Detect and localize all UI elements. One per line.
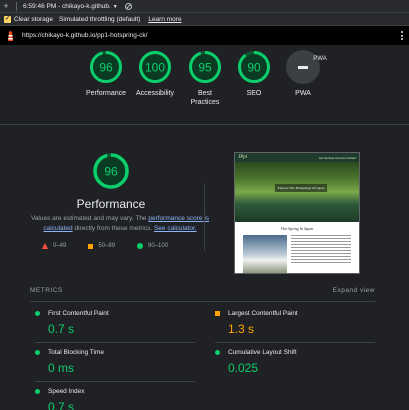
score-gauge-ring: 96 bbox=[90, 51, 122, 83]
metric-speed-index: Speed Index 0.7 s bbox=[35, 381, 195, 410]
toolbar-separator bbox=[16, 1, 17, 11]
metric-value: 1.3 s bbox=[228, 322, 255, 336]
score-legend: 0–49 50–89 90–100 bbox=[42, 243, 168, 249]
metric-value: 0 ms bbox=[48, 361, 75, 375]
vertical-divider bbox=[204, 183, 205, 251]
report-url[interactable]: https://chikayo-k.github.io/pp1-hotsprin… bbox=[22, 32, 147, 39]
pass-icon bbox=[35, 350, 40, 355]
screenshot-text-lines bbox=[291, 235, 351, 273]
score-gauge-ring: 96 bbox=[93, 153, 129, 189]
devtools-toolbar: + 6:59:46 PM - chikayo-k.github. ▼ bbox=[0, 0, 409, 13]
screenshot-hero-image: Explore The Hotsprings Of Japan bbox=[235, 162, 359, 222]
metric-divider bbox=[35, 381, 195, 382]
chevron-down-icon: ▼ bbox=[112, 3, 118, 10]
metrics-header: METRICS Expand view bbox=[30, 287, 375, 294]
score-value: 95 bbox=[198, 61, 212, 75]
pass-icon bbox=[35, 311, 40, 316]
throttling-label: Simulated throttling (default) bbox=[59, 15, 141, 23]
pass-icon bbox=[35, 389, 40, 394]
gauge-pwa[interactable]: PWA PWA bbox=[278, 50, 328, 98]
score-value: 96 bbox=[104, 165, 118, 179]
expand-view-toggle[interactable]: Expand view bbox=[333, 287, 375, 294]
gauge-accessibility[interactable]: 100 Accessibility bbox=[130, 50, 180, 98]
category-gauges: 96 Performance 100 Accessibility 95 Best… bbox=[0, 50, 409, 120]
screenshot-nav: JPpi Hot Springs Access Contact bbox=[235, 153, 359, 162]
legend-fail: 0–49 bbox=[42, 243, 66, 249]
gauge-label: SEO bbox=[246, 90, 262, 97]
metric-cls: Cumulative Layout Shift 0.025 bbox=[215, 342, 375, 375]
learn-more-link[interactable]: Learn more bbox=[148, 16, 181, 23]
screenshot-body bbox=[235, 231, 359, 273]
score-gauge-ring: 90 bbox=[238, 51, 270, 83]
score-value: 90 bbox=[247, 61, 261, 75]
gauge-seo[interactable]: 90 SEO bbox=[229, 50, 279, 98]
metric-fcp: First Contentful Paint 0.7 s bbox=[35, 310, 195, 336]
devtools-settings-bar: ✓ Clear storage Simulated throttling (de… bbox=[0, 13, 409, 26]
clear-storage-checkbox[interactable]: ✓ bbox=[4, 15, 11, 23]
report-selector[interactable]: 6:59:46 PM - chikayo-k.github. ▼ bbox=[23, 3, 118, 10]
screenshot-logo: JPpi bbox=[238, 155, 248, 160]
metric-lcp: Largest Contentful Paint 1.3 s bbox=[215, 310, 375, 336]
more-options-icon[interactable] bbox=[401, 31, 403, 40]
metric-divider bbox=[215, 342, 375, 343]
metric-value: 0.7 s bbox=[48, 400, 75, 410]
gauge-label: Best Practices bbox=[190, 90, 220, 106]
metric-value: 0.025 bbox=[228, 361, 259, 375]
screenshot-image bbox=[243, 235, 287, 273]
score-gauge-ring: 100 bbox=[139, 51, 171, 83]
performance-description: Values are estimated and may vary. The p… bbox=[30, 215, 210, 232]
metric-value: 0.7 s bbox=[48, 322, 75, 336]
performance-gauge: 96 bbox=[92, 152, 130, 195]
legend-average: 50–89 bbox=[88, 243, 115, 249]
metric-tbt: Total Blocking Time 0 ms bbox=[35, 342, 195, 375]
add-icon[interactable]: + bbox=[0, 0, 12, 13]
report-timestamp: 6:59:46 PM - chikayo-k.github. bbox=[23, 2, 111, 10]
gauge-label: Accessibility bbox=[135, 90, 175, 97]
gauge-label: Performance bbox=[85, 90, 127, 97]
legend-pass: 90–100 bbox=[137, 243, 168, 249]
see-calculator-link[interactable]: See calculator. bbox=[154, 225, 197, 232]
gauge-label: PWA bbox=[295, 90, 311, 97]
triangle-icon bbox=[42, 243, 48, 249]
circle-icon bbox=[137, 243, 144, 249]
metric-label: Largest Contentful Paint bbox=[228, 310, 298, 317]
average-icon bbox=[215, 311, 220, 316]
performance-title: Performance bbox=[76, 197, 146, 211]
clear-icon[interactable] bbox=[124, 2, 132, 10]
gauge-best-practices[interactable]: 95 Best Practices bbox=[180, 50, 230, 107]
metric-label: Total Blocking Time bbox=[48, 349, 104, 356]
performance-section: 96 Performance Values are estimated and … bbox=[0, 125, 409, 410]
score-gauge-ring: 95 bbox=[189, 51, 221, 83]
metric-label: First Contentful Paint bbox=[48, 310, 109, 317]
screenshot-hero-text: Explore The Hotsprings Of Japan bbox=[275, 184, 327, 192]
metric-label: Speed Index bbox=[48, 388, 85, 395]
metric-label: Cumulative Layout Shift bbox=[228, 349, 297, 356]
pwa-badge-icon: PWA bbox=[286, 50, 327, 84]
metrics-rule bbox=[30, 301, 375, 302]
report-url-bar: https://chikayo-k.github.io/pp1-hotsprin… bbox=[0, 26, 409, 45]
screenshot-nav-links: Hot Springs Access Contact bbox=[318, 155, 356, 160]
square-icon bbox=[88, 243, 94, 249]
score-value: 100 bbox=[145, 61, 165, 75]
score-value: 96 bbox=[99, 61, 113, 75]
clear-storage-label: Clear storage bbox=[14, 15, 54, 23]
pass-icon bbox=[215, 350, 220, 355]
lighthouse-logo-icon bbox=[8, 30, 13, 41]
gauge-performance[interactable]: 96 Performance bbox=[81, 50, 131, 98]
pwa-badge-text: PWA bbox=[313, 56, 327, 62]
metrics-title: METRICS bbox=[30, 287, 63, 294]
metric-divider bbox=[35, 342, 195, 343]
final-screenshot[interactable]: JPpi Hot Springs Access Contact Explore … bbox=[234, 152, 360, 274]
